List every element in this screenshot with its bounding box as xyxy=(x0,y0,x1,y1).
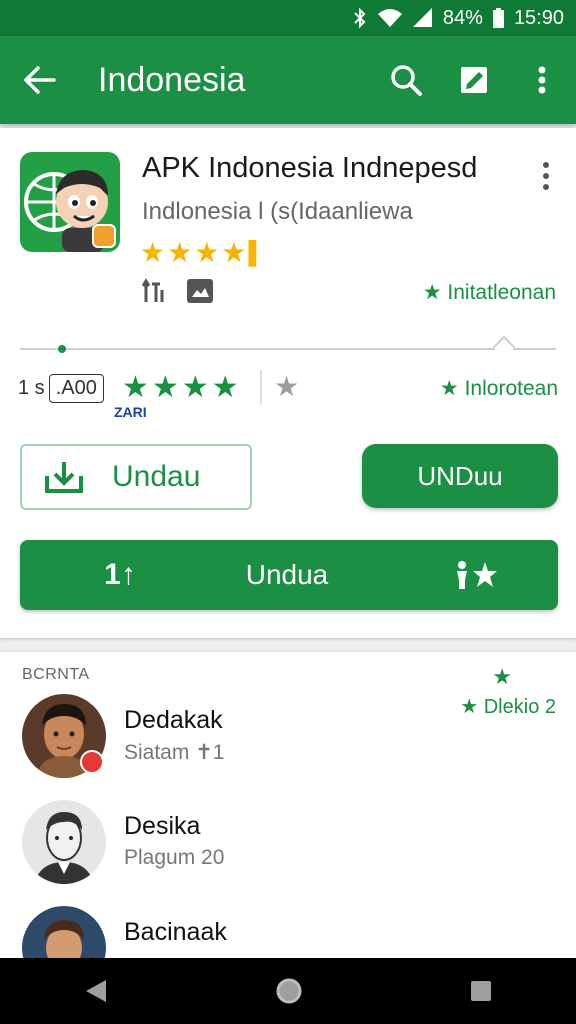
badge-icon xyxy=(80,750,104,774)
star-icon: ★ xyxy=(221,237,247,268)
download-icon xyxy=(45,462,83,493)
signal-icon xyxy=(412,8,432,27)
stats-right-text: Inlorotean xyxy=(464,377,558,400)
list-item[interactable]: Desika Plagum 20 xyxy=(22,800,556,890)
search-button[interactable] xyxy=(372,36,440,124)
star-icon: ★ xyxy=(439,377,459,400)
app-developer: Indlonesia l (s(Idaanliewa xyxy=(142,198,413,225)
download-outline-button[interactable]: Undau xyxy=(20,444,252,510)
bluetooth-icon xyxy=(354,8,366,28)
star-icon: ★ xyxy=(492,664,512,689)
battery-percent: 84% xyxy=(442,6,483,29)
installed-label: ★ Initatleonan xyxy=(422,281,556,304)
image-icon xyxy=(187,279,213,303)
divider xyxy=(20,335,556,359)
back-button[interactable] xyxy=(0,36,80,124)
nav-back-icon[interactable] xyxy=(84,978,108,1004)
page-title: Indonesia xyxy=(98,60,246,99)
stats-row: 1 s .A00 ZARI ★ ★ ★ ★ ★ ★ Inlorotean xyxy=(18,368,558,428)
sort-icon xyxy=(142,278,164,302)
wifi-icon xyxy=(377,9,402,27)
person-name: Bacinaak xyxy=(124,918,227,946)
section-label: BCRNTA xyxy=(22,666,90,683)
app-badge xyxy=(92,224,116,248)
app-more-button[interactable] xyxy=(536,158,556,194)
system-nav-bar xyxy=(0,958,576,1024)
wide-left-text: 1↑ xyxy=(104,558,136,591)
half-star-icon: ▌ xyxy=(248,240,265,265)
count-label: ZARI xyxy=(114,404,147,420)
battery-icon xyxy=(492,8,504,28)
avatar xyxy=(22,800,106,884)
download-wide-button[interactable]: 1↑ Undua xyxy=(20,540,558,610)
people-card: BCRNTA ★ ★ Dlekio 2 Dedakak Siatam ✝1 De… xyxy=(0,652,576,962)
person-meta: Siatam ✝1 xyxy=(124,741,225,764)
star-icon: ★ xyxy=(140,237,166,268)
star-icon: ★ xyxy=(194,237,220,268)
person-name: Desika xyxy=(124,812,201,840)
star-icon: ★ xyxy=(151,371,179,404)
count-box: .A00 xyxy=(48,374,104,403)
person-name: Dedakak xyxy=(124,706,223,734)
star-icon: ★ xyxy=(167,237,193,268)
list-item[interactable]: Bacinaak xyxy=(22,906,556,962)
person-star-icon xyxy=(354,560,558,590)
arrow-left-icon xyxy=(24,66,56,94)
clock: 15:90 xyxy=(513,6,564,29)
star-outline-icon[interactable]: ★ xyxy=(274,370,299,403)
app-title: APK Indonesia Indnepesd xyxy=(142,152,478,184)
star-icon: ★ xyxy=(181,371,209,404)
edit-square-icon xyxy=(461,67,487,93)
more-button[interactable] xyxy=(508,36,576,124)
download-outline-label: Undau xyxy=(112,460,201,493)
edit-button[interactable] xyxy=(440,36,508,124)
download-count: 1 s .A00 xyxy=(18,374,104,403)
wide-label: Undua xyxy=(245,559,329,590)
app-icon[interactable] xyxy=(20,152,120,252)
app-bar: Indonesia xyxy=(0,36,576,124)
avatar xyxy=(22,906,106,962)
download-solid-button[interactable]: UNDuu xyxy=(362,444,558,508)
download-solid-label: UNDuu xyxy=(417,460,503,491)
rating-stars-green: ★ ★ ★ ★ xyxy=(122,370,239,405)
nav-recents-icon[interactable] xyxy=(470,980,492,1002)
more-vert-icon xyxy=(538,66,546,94)
star-icon: ★ xyxy=(122,371,149,404)
list-item[interactable]: Dedakak Siatam ✝1 xyxy=(22,694,556,784)
stats-right-label: ★ Inlorotean xyxy=(440,376,558,401)
app-meta-icons xyxy=(142,278,214,304)
stats-separator xyxy=(260,370,262,404)
search-icon xyxy=(391,65,422,96)
star-icon: ★ xyxy=(211,371,239,404)
status-bar: 84% 15:90 xyxy=(0,0,576,36)
person-meta: Plagum 20 xyxy=(124,846,225,869)
nav-home-icon[interactable] xyxy=(275,977,303,1005)
app-detail-card: APK Indonesia Indnepesd Indlonesia l (s(… xyxy=(0,128,576,638)
app-rating-stars: ★ ★ ★ ★ ▌ xyxy=(140,236,264,270)
count-prefix: 1 s xyxy=(18,377,45,399)
